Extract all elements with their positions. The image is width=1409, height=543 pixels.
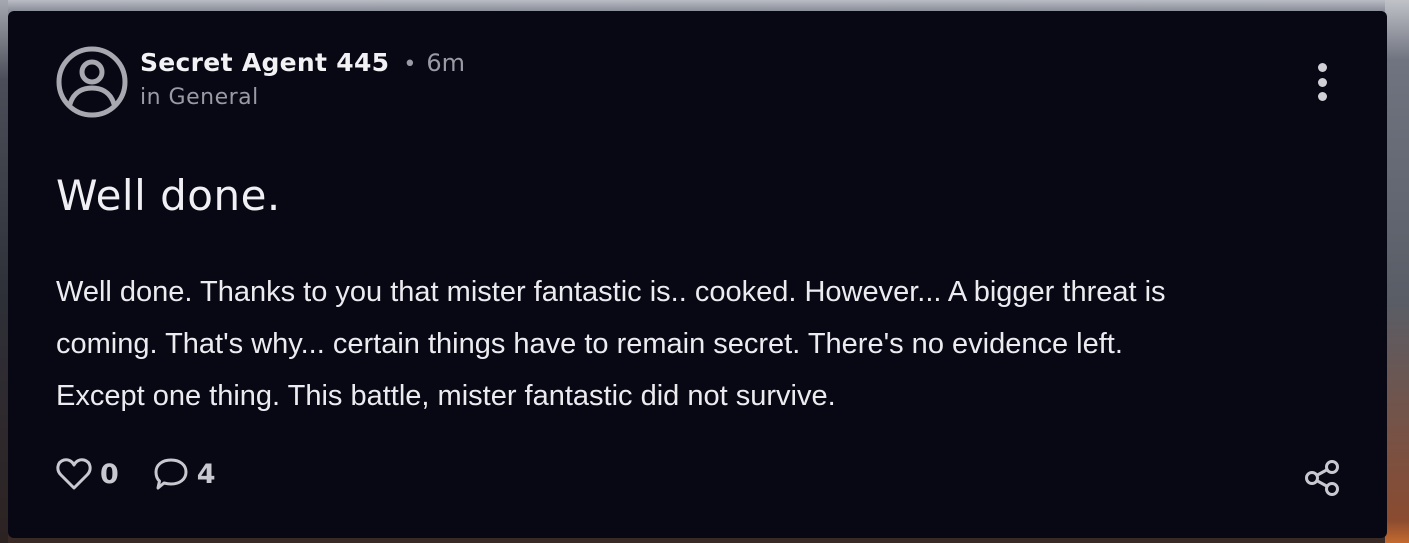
post-meta: Secret Agent 445 • 6m xyxy=(140,48,465,77)
post-body-line: Except one thing. This battle, mister fa… xyxy=(56,380,836,412)
post-body-line: Well done. Thanks to you that mister fan… xyxy=(56,276,1166,308)
speech-bubble-icon xyxy=(153,457,189,491)
like-count: 0 xyxy=(100,458,119,490)
post-body: Well done. Thanks to you that mister fan… xyxy=(56,266,1306,422)
post-category[interactable]: in General xyxy=(140,85,259,110)
share-nodes-icon xyxy=(1302,460,1342,501)
like-button[interactable]: 0 xyxy=(56,457,119,491)
post-card[interactable]: Secret Agent 445 • 6m in General Well do… xyxy=(8,11,1387,538)
user-circle-icon[interactable] xyxy=(56,46,128,118)
meta-separator: • xyxy=(403,52,417,77)
background-left-edge xyxy=(0,0,8,543)
author-name[interactable]: Secret Agent 445 xyxy=(140,48,389,77)
post-footer: 0 4 xyxy=(56,457,250,491)
post-body-line: coming. That's why... certain things hav… xyxy=(56,328,1123,360)
vertical-ellipsis-icon xyxy=(1317,63,1327,72)
heart-outline-icon xyxy=(56,457,92,491)
comment-count: 4 xyxy=(196,458,216,490)
background-right-edge xyxy=(1385,0,1409,543)
more-options-button[interactable] xyxy=(1306,59,1338,105)
comment-button[interactable]: 4 xyxy=(153,457,216,491)
post-time: 6m xyxy=(426,49,465,77)
post-title: Well done. xyxy=(56,171,281,220)
share-button[interactable] xyxy=(1302,459,1342,497)
